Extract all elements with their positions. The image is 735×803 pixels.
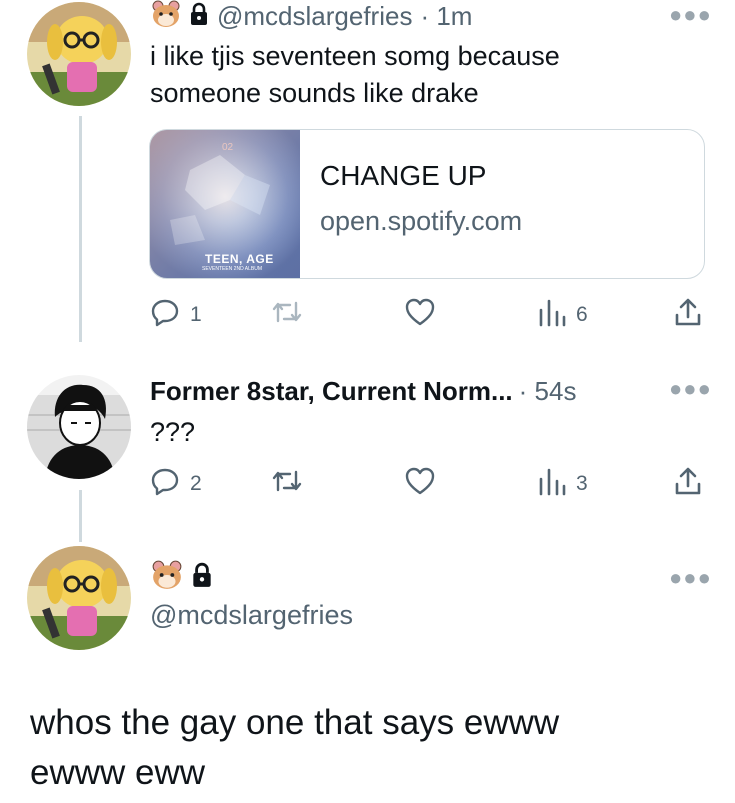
card-domain: open.spotify.com [320,206,523,236]
tweet1-header: @mcdslargefries · 1m [151,0,472,32]
more-icon[interactable]: ●●● [669,376,712,402]
tweet2-time[interactable]: · 54s [519,376,577,407]
like-icon [404,466,436,502]
album-art: 02 TEEN, AGE SEVENTEEN 2ND ALBUM [150,130,300,278]
tweet2-text: ??? [150,417,196,447]
share-icon [674,466,702,502]
share-icon [674,297,702,333]
card-title: CHANGE UP [320,160,487,191]
views-icon [538,466,566,502]
tweet3-text-line2: ewww eww [30,753,206,792]
like-icon [404,297,436,333]
reply-count: 1 [190,303,202,326]
hamster-emoji [151,560,183,595]
more-icon[interactable]: ●●● [669,2,712,28]
views-button[interactable]: 6 [538,297,588,333]
avatar-mcdslargefries[interactable] [27,546,131,650]
tweet1-handle[interactable]: @mcdslargefries [217,1,412,32]
tweet3-badges [151,560,213,595]
tweet3-text: whos the gay one that says ewww ewww eww [30,698,559,798]
retweet-button[interactable] [270,297,314,333]
album-subtitle: SEVENTEEN 2ND ALBUM [202,266,263,272]
thread-line [79,116,82,342]
views-count: 3 [576,472,588,495]
avatar-image [27,546,131,650]
tweet2-header: Former 8star, Current Norm... · 54s [150,374,576,408]
retweet-icon [270,297,304,333]
reply-count: 2 [190,472,202,495]
more-icon[interactable]: ●●● [669,565,712,591]
avatar-image [27,2,131,106]
tweet2-name[interactable]: Former 8star, Current Norm... [150,376,513,407]
link-card[interactable]: 02 TEEN, AGE SEVENTEEN 2ND ALBUM CHANGE … [149,129,705,279]
reply-button[interactable]: 2 [150,466,202,502]
tweet1-text-line2: someone sounds like drake [150,78,479,108]
avatar-image [27,375,131,479]
reply-icon [150,297,180,333]
reply-button[interactable]: 1 [150,297,202,333]
share-button[interactable] [674,297,702,333]
views-icon [538,297,566,333]
card-text: CHANGE UP open.spotify.com [300,130,522,278]
like-button[interactable] [404,466,446,502]
album-number: 02 [222,142,234,153]
tweet1-text: i like tjis seventeen somg because someo… [150,38,560,112]
like-button[interactable] [404,297,446,333]
lock-icon [191,562,213,593]
tweet3-text-line1: whos the gay one that says ewww [30,703,560,742]
retweet-icon [270,466,304,502]
tweet1-time[interactable]: · 1m [420,1,472,32]
views-count: 6 [576,303,588,326]
views-button[interactable]: 3 [538,466,588,502]
reply-icon [150,466,180,502]
lock-icon [189,2,209,31]
hamster-emoji [151,0,181,33]
album-title: TEEN, AGE [205,252,274,266]
tweet1-text-line1: i like tjis seventeen somg because [150,41,560,71]
avatar-former-8star[interactable] [27,375,131,479]
thread-line-2 [79,490,82,542]
tweet3-handle[interactable]: @mcdslargefries [150,600,353,631]
share-button[interactable] [674,466,702,502]
retweet-button[interactable] [270,466,314,502]
avatar-mcdslargefries[interactable] [27,2,131,106]
